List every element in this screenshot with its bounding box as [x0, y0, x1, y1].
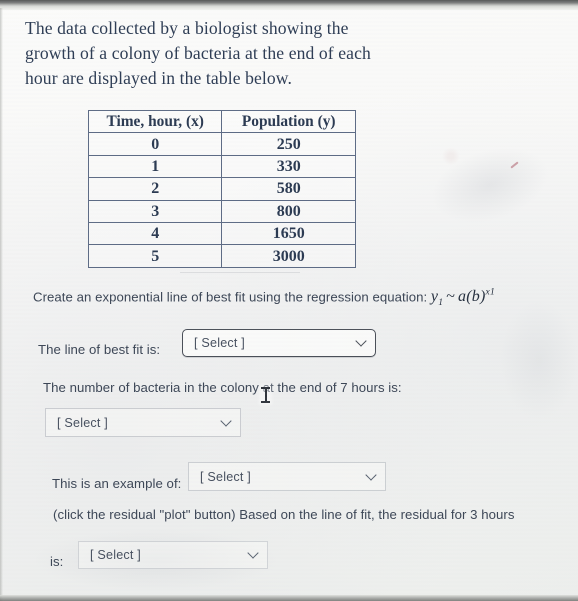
- chevron-down-icon: [222, 417, 231, 426]
- chevron-down-icon: [367, 471, 376, 480]
- bacteria-data-table: Time, hour, (x) Population (y) 0 250 1 3…: [87, 109, 356, 268]
- regression-equation: y1 ~ a(b)x1: [431, 288, 495, 309]
- table-row: 3 800: [87, 199, 356, 223]
- table-row: 0 250: [87, 132, 356, 156]
- cell-time: 5: [87, 244, 223, 268]
- cell-population: 1650: [221, 221, 356, 246]
- photo-top-edge-highlight: [0, 6, 578, 10]
- line-of-best-fit-select[interactable]: [ Select ]: [182, 329, 376, 357]
- worksheet-photo: The data collected by a biologist showin…: [0, 0, 578, 601]
- problem-statement: The data collected by a biologist showin…: [25, 18, 371, 88]
- paper-crease-line: [180, 272, 300, 273]
- cell-population: 800: [221, 199, 356, 223]
- example-of-select[interactable]: [ Select ]: [188, 462, 386, 491]
- bacteria-at-7-hours-select-value: [ Select ]: [57, 415, 108, 430]
- cell-population: 3000: [221, 244, 356, 268]
- example-of-select-value: [ Select ]: [200, 469, 251, 484]
- cell-population: 580: [221, 177, 356, 201]
- chevron-down-icon: [357, 337, 366, 346]
- residual-select[interactable]: [ Select ]: [78, 541, 268, 569]
- photo-bottom-edge: [0, 595, 578, 601]
- cell-population: 250: [221, 132, 356, 156]
- line-of-best-fit-label: The line of best fit is:: [38, 342, 161, 357]
- cell-time: 3: [87, 199, 223, 223]
- text-cursor-icon: [259, 385, 272, 405]
- chevron-down-icon: [249, 549, 258, 558]
- residual-select-value: [ Select ]: [90, 548, 141, 562]
- residual-is-label: is:: [50, 554, 64, 569]
- regression-instruction-text: Create an exponential line of best fit u…: [33, 289, 428, 305]
- cell-time: 0: [87, 132, 223, 156]
- cell-time: 1: [87, 154, 223, 179]
- line-of-best-fit-select-value: [ Select ]: [194, 336, 245, 350]
- data-table-container: Time, hour, (x) Population (y) 0 250 1 3…: [87, 109, 356, 268]
- photo-left-edge: [0, 8, 3, 601]
- table-row: 4 1650: [87, 221, 356, 246]
- residual-instruction: (click the residual "plot" button) Based…: [53, 507, 515, 522]
- equation-b: b: [471, 288, 480, 306]
- table-header-row: Time, hour, (x) Population (y): [87, 109, 356, 134]
- paper-smudge: [422, 134, 558, 236]
- column-header-population: Population (y): [221, 109, 356, 134]
- paper-smudge: [500, 300, 578, 420]
- example-of-label: This is an example of:: [52, 476, 182, 491]
- cell-time: 2: [87, 177, 223, 201]
- equation-exponent-subscript: 1: [489, 288, 495, 298]
- cell-population: 330: [221, 154, 356, 179]
- equation-tilde: ~: [446, 288, 456, 306]
- table-row: 2 580: [87, 177, 356, 201]
- cell-time: 4: [87, 221, 223, 246]
- bacteria-at-7-hours-label: The number of bacteria in the colony at …: [43, 380, 402, 395]
- table-row: 1 330: [87, 154, 356, 179]
- bacteria-at-7-hours-select[interactable]: [ Select ]: [45, 408, 241, 437]
- column-header-time: Time, hour, (x): [87, 109, 223, 134]
- regression-instruction: Create an exponential line of best fit u…: [33, 284, 563, 314]
- table-row: 5 3000: [87, 244, 356, 268]
